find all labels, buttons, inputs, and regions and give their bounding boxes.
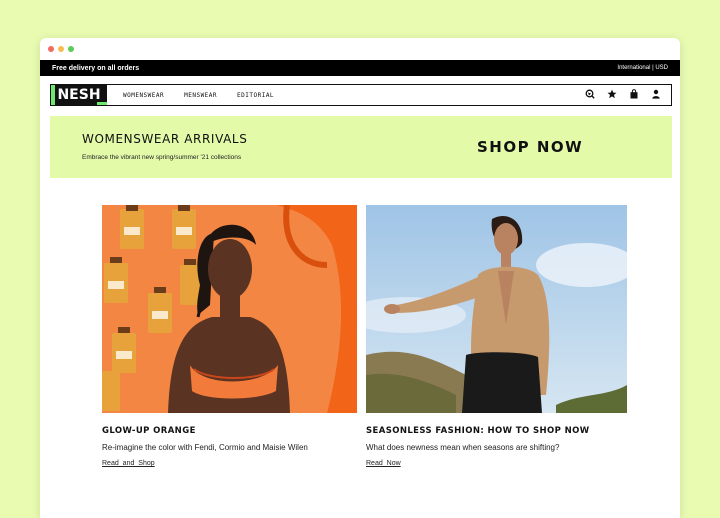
read-now-link[interactable]: Read Now <box>366 460 401 467</box>
user-icon[interactable] <box>651 89 661 99</box>
bag-icon[interactable] <box>629 89 639 99</box>
card-description: Re-imagine the color with Fendi, Cormio … <box>102 443 308 452</box>
editorial-card-seasonless[interactable]: SEASONLESS FASHION: HOW TO SHOP NOW What… <box>366 205 627 470</box>
promo-banner[interactable]: WOMENSWEAR ARRIVALS Embrace the vibrant … <box>50 116 672 178</box>
browser-window: Free delivery on all orders Internationa… <box>40 38 680 518</box>
search-icon[interactable] <box>585 89 595 99</box>
maximize-dot-icon[interactable] <box>68 46 74 52</box>
main-nav: NESH WOMENSWEAR MENSWEAR EDITORIAL <box>50 84 672 106</box>
orange-editorial-image[interactable] <box>102 205 357 413</box>
card-title[interactable]: SEASONLESS FASHION: HOW TO SHOP NOW <box>366 426 627 436</box>
star-icon[interactable] <box>607 89 617 99</box>
close-dot-icon[interactable] <box>48 46 54 52</box>
logo[interactable]: NESH <box>51 85 107 105</box>
card-description: What does newness mean when seasons are … <box>366 443 560 452</box>
window-chrome <box>40 38 680 60</box>
read-and-shop-link[interactable]: Read and Shop <box>102 460 155 467</box>
card-title[interactable]: GLOW-UP ORANGE <box>102 426 357 436</box>
region-selector[interactable]: International | USD <box>617 65 668 71</box>
logo-text: NESH <box>57 87 101 103</box>
seasonless-editorial-image[interactable] <box>366 205 627 413</box>
editorial-cards: GLOW-UP ORANGE Re-imagine the color with… <box>102 205 632 475</box>
minimize-dot-icon[interactable] <box>58 46 64 52</box>
shop-now-link[interactable]: SHOP NOW <box>477 138 583 156</box>
nav-menu: WOMENSWEAR MENSWEAR EDITORIAL <box>123 92 274 99</box>
logo-accent <box>51 85 55 105</box>
nav-item-womenswear[interactable]: WOMENSWEAR <box>123 92 164 99</box>
editorial-card-orange[interactable]: GLOW-UP ORANGE Re-imagine the color with… <box>102 205 357 470</box>
banner-subtitle: Embrace the vibrant new spring/summer '2… <box>82 154 242 161</box>
banner-title: WOMENSWEAR ARRIVALS <box>82 132 248 146</box>
nav-icons <box>585 89 661 99</box>
promo-bar: Free delivery on all orders Internationa… <box>40 60 680 76</box>
nav-item-editorial[interactable]: EDITORIAL <box>237 92 274 99</box>
delivery-text: Free delivery on all orders <box>52 64 140 72</box>
nav-item-menswear[interactable]: MENSWEAR <box>184 92 217 99</box>
